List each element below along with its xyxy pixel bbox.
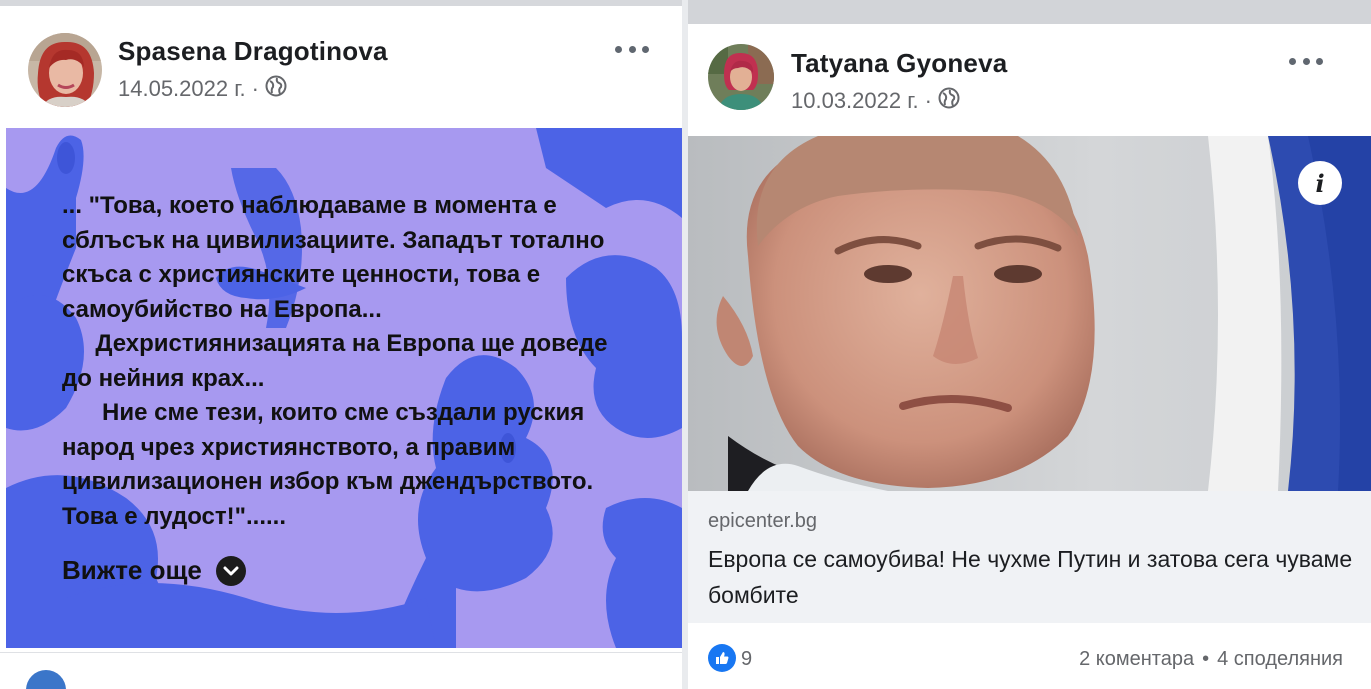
post-date[interactable]: 14.05.2022 г. [118, 76, 246, 102]
link-domain: epicenter.bg [708, 510, 817, 532]
thumbs-up-icon[interactable] [708, 644, 736, 672]
post-meta: 10.03.2022 г. · [791, 87, 960, 115]
post-header: Spasena Dragotinova 14.05.2022 г. · [0, 6, 682, 126]
top-strip [688, 0, 1371, 24]
info-icon: i [1315, 168, 1325, 198]
reaction-icon [26, 670, 66, 689]
link-title[interactable]: Европа се самоубива! Не чухме Путин и за… [708, 541, 1358, 613]
more-options-icon[interactable] [615, 44, 649, 54]
post-meta: 14.05.2022 г. · [118, 75, 287, 103]
meta-separator: · [251, 76, 259, 101]
post-footer: 9 2 коментара • 4 споделяния [688, 623, 1371, 689]
shares-count[interactable]: 4 споделяния [1217, 648, 1343, 671]
see-more-link[interactable]: Вижте още [62, 555, 246, 586]
more-options-icon[interactable] [1289, 56, 1323, 66]
text-post-background: ... "Това, което наблюдаваме в момента е… [6, 128, 682, 648]
footer-divider [0, 652, 682, 653]
author-name[interactable]: Tatyana Gyoneva [791, 48, 1007, 79]
author-avatar[interactable] [708, 44, 774, 110]
see-more-label[interactable]: Вижте още [62, 555, 202, 586]
chevron-down-icon[interactable] [215, 555, 246, 586]
author-avatar[interactable] [28, 33, 102, 107]
comments-count[interactable]: 2 коментара [1079, 648, 1194, 671]
author-name[interactable]: Spasena Dragotinova [118, 36, 388, 67]
link-preview-image[interactable]: i [688, 136, 1371, 491]
post-date[interactable]: 10.03.2022 г. [791, 88, 919, 114]
link-preview-info[interactable]: epicenter.bg Европа се самоубива! Не чух… [688, 491, 1371, 623]
stats-separator: • [1202, 648, 1210, 670]
post-header: Tatyana Gyoneva 10.03.2022 г. · [688, 24, 1371, 144]
info-button[interactable]: i [1298, 161, 1342, 205]
meta-separator: · [924, 88, 932, 113]
right-post: Tatyana Gyoneva 10.03.2022 г. · i epicen… [688, 0, 1371, 689]
post-text: ... "Това, което наблюдаваме в момента е… [62, 192, 608, 530]
left-post: Spasena Dragotinova 14.05.2022 г. · ... … [0, 0, 682, 689]
engagement-stats: 2 коментара • 4 споделяния [1079, 648, 1343, 671]
globe-icon [938, 87, 960, 115]
portrait-photo [688, 136, 1371, 491]
reaction-count[interactable]: 9 [741, 648, 752, 671]
globe-icon [265, 75, 287, 103]
